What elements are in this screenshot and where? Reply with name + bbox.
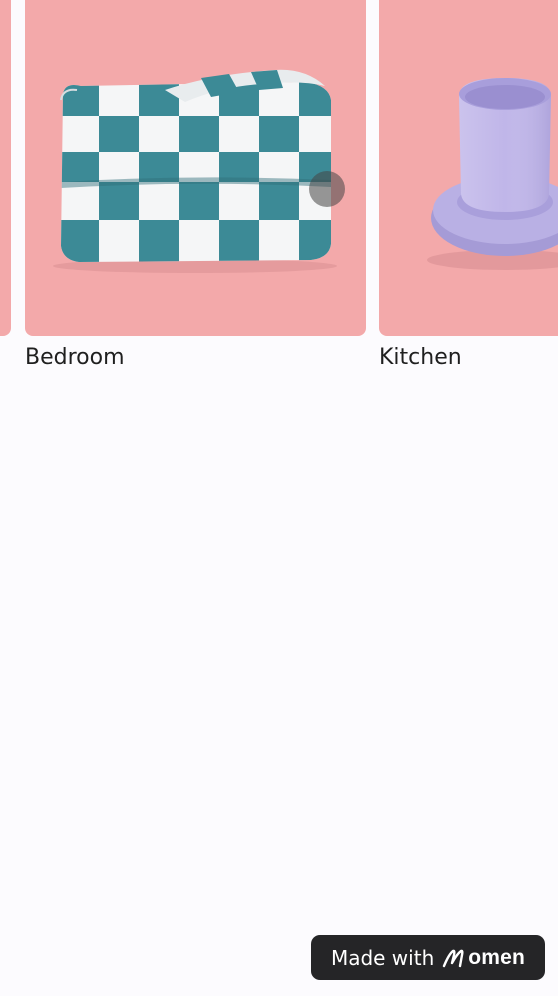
category-card-previous[interactable]: [0, 0, 11, 380]
made-with-label: Made with: [330, 945, 435, 970]
touch-indicator: [309, 171, 345, 207]
kitchen-image: [379, 0, 558, 336]
momen-logo-icon: [443, 949, 464, 967]
category-label-kitchen: Kitchen: [379, 345, 462, 370]
bedroom-image: [25, 0, 366, 336]
category-card-kitchen[interactable]: Kitchen: [379, 0, 558, 380]
made-with-badge[interactable]: Made with omen: [311, 935, 545, 980]
category-image: [0, 0, 11, 336]
checkered-blanket-image: [53, 69, 337, 273]
category-carousel[interactable]: Bedroom Kitchen: [0, 0, 558, 380]
momen-wordmark: omen: [468, 945, 526, 969]
momen-logo: omen: [442, 946, 525, 970]
lavender-cup-image: [427, 78, 558, 270]
app-screen: Bedroom Kitchen Made with omen: [0, 0, 558, 996]
category-label-bedroom: Bedroom: [25, 345, 125, 370]
